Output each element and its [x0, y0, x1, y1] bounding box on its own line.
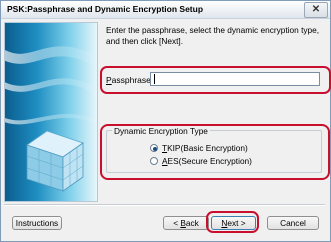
passphrase-label: Passphrase:	[106, 75, 153, 85]
back-label-rest: ack	[185, 218, 199, 228]
close-button[interactable]: ✕	[304, 2, 328, 18]
radio-aes-label-rest: ES(Secure Encryption)	[167, 156, 252, 166]
back-button[interactable]: < Back	[163, 216, 209, 230]
radio-tkip-label: TKIP(Basic Encryption)	[162, 143, 248, 153]
text-caret	[154, 74, 155, 84]
cancel-button[interactable]: Cancel	[267, 216, 319, 230]
next-label-rest: ext >	[227, 218, 246, 228]
encryption-group-title: Dynamic Encryption Type	[112, 126, 210, 136]
radio-tkip[interactable]: TKIP(Basic Encryption)	[150, 143, 248, 153]
footer-separator	[4, 204, 325, 206]
instructions-button[interactable]: Instructions	[12, 216, 62, 230]
passphrase-label-rest: assphrase:	[111, 75, 154, 85]
next-button[interactable]: Next >	[211, 216, 256, 230]
radio-aes-label: AES(Secure Encryption)	[162, 156, 252, 166]
instruction-text: Enter the passphrase, select the dynamic…	[106, 25, 320, 46]
radio-aes[interactable]: AES(Secure Encryption)	[150, 156, 252, 166]
close-icon: ✕	[311, 4, 321, 15]
cube-illustration-icon	[5, 46, 97, 192]
window-title: PSK:Passphrase and Dynamic Encryption Se…	[7, 4, 204, 14]
radio-tkip-label-rest: KIP(Basic Encryption)	[167, 143, 248, 153]
radio-selected-icon[interactable]	[150, 144, 158, 152]
title-bar: PSK:Passphrase and Dynamic Encryption Se…	[1, 1, 330, 19]
wizard-illustration	[4, 22, 98, 202]
passphrase-input[interactable]	[150, 72, 320, 86]
radio-unselected-icon[interactable]	[150, 157, 158, 165]
